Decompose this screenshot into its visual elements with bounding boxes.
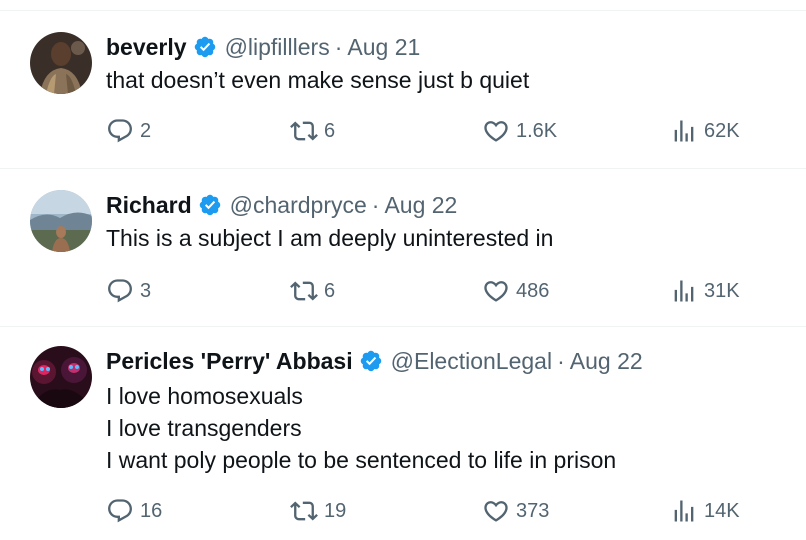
tweet[interactable]: Pericles 'Perry' Abbasi @ElectionLegal ·… (0, 326, 806, 540)
repost-icon (290, 281, 318, 301)
views-icon (674, 500, 694, 522)
user-handle[interactable]: @lipfilllers (225, 34, 330, 61)
verified-badge-icon (194, 36, 215, 58)
verified-badge-icon (360, 350, 381, 372)
tweet-text-line: I love homosexuals (106, 383, 303, 409)
repost-count: 19 (324, 499, 347, 522)
display-name[interactable]: beverly (106, 34, 187, 61)
views-button[interactable]: 62K (670, 116, 740, 146)
like-count: 486 (516, 279, 550, 302)
like-button[interactable]: 486 (482, 276, 549, 306)
tweet-date[interactable]: Aug 22 (384, 192, 457, 219)
repost-button[interactable]: 6 (290, 116, 335, 146)
avatar[interactable] (30, 32, 92, 94)
views-count: 62K (704, 119, 740, 142)
tweet-date[interactable]: Aug 22 (570, 348, 643, 375)
separator-dot: · (557, 347, 565, 374)
views-icon (674, 120, 694, 142)
tweet-header: Pericles 'Perry' Abbasi @ElectionLegal ·… (106, 346, 643, 376)
heart-icon (484, 121, 508, 142)
display-name[interactable]: Richard (106, 192, 192, 219)
heart-icon (484, 281, 508, 302)
tweet-text-line: that doesn’t even make sense just b quie… (106, 67, 530, 93)
tweet-text-line: I want poly people to be sentenced to li… (106, 447, 617, 473)
tweet-header: Richard @chardpryce · Aug 22 (106, 190, 457, 220)
views-count: 31K (704, 279, 740, 302)
reply-icon (108, 279, 132, 303)
tweet-text: that doesn’t even make sense just b quie… (106, 64, 529, 96)
tweet-text: I love homosexuals I love transgenders I… (106, 380, 616, 476)
reply-count: 3 (140, 279, 152, 302)
tweet-text-line: This is a subject I am deeply uninterest… (106, 225, 554, 251)
tweet[interactable]: Richard @chardpryce · Aug 22 This is a s… (0, 168, 806, 326)
heart-icon (484, 501, 508, 522)
views-count: 14K (704, 499, 740, 522)
tweet-date[interactable]: Aug 21 (347, 34, 420, 61)
display-name[interactable]: Pericles 'Perry' Abbasi (106, 348, 353, 375)
user-handle[interactable]: @chardpryce (230, 192, 367, 219)
repost-icon (290, 501, 318, 521)
tweet-text: This is a subject I am deeply uninterest… (106, 222, 553, 254)
reply-icon (108, 499, 132, 523)
reply-count: 2 (140, 119, 152, 142)
separator-dot: · (371, 191, 380, 218)
reply-button[interactable]: 2 (106, 116, 151, 146)
repost-icon (290, 121, 318, 141)
avatar[interactable] (30, 190, 92, 252)
tweet[interactable]: beverly @lipfilllers · Aug 21 that doesn… (0, 10, 806, 168)
repost-count: 6 (324, 119, 336, 142)
tweet-actions: 3 6 486 31K (0, 276, 806, 306)
tweet-header: beverly @lipfilllers · Aug 21 (106, 32, 420, 62)
views-button[interactable]: 14K (670, 496, 740, 526)
like-count: 1.6K (516, 119, 558, 142)
like-button[interactable]: 373 (482, 496, 549, 526)
reply-icon (108, 119, 132, 143)
tweet-actions: 2 6 1.6K 62K (0, 116, 806, 146)
tweet-actions: 16 19 373 14K (0, 496, 806, 526)
like-button[interactable]: 1.6K (482, 116, 557, 146)
views-button[interactable]: 31K (670, 276, 740, 306)
views-icon (674, 280, 694, 302)
repost-button[interactable]: 6 (290, 276, 335, 306)
tweet-text-line: I love transgenders (106, 415, 302, 441)
reply-button[interactable]: 3 (106, 276, 151, 306)
repost-button[interactable]: 19 (290, 496, 346, 526)
repost-count: 6 (324, 279, 336, 302)
reply-count: 16 (140, 499, 163, 522)
like-count: 373 (516, 499, 550, 522)
user-handle[interactable]: @ElectionLegal (391, 348, 552, 375)
reply-button[interactable]: 16 (106, 496, 162, 526)
separator-dot: · (334, 33, 343, 60)
tweet-feed: beverly @lipfilllers · Aug 21 that doesn… (0, 0, 806, 540)
avatar[interactable] (30, 346, 92, 408)
verified-badge-icon (199, 194, 220, 216)
